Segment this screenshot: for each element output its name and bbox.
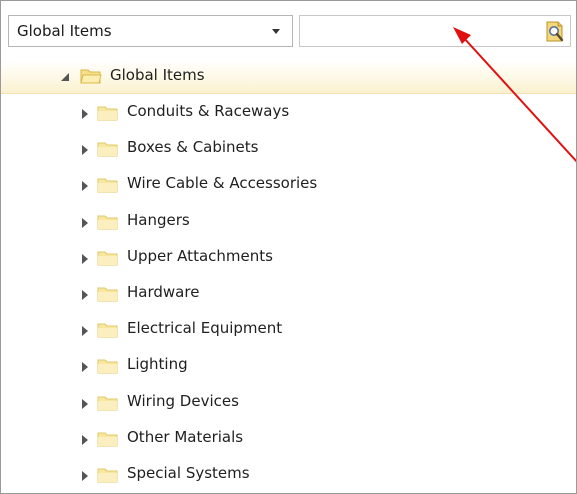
folder-open-icon — [80, 69, 102, 84]
tree-item-label: Lighting — [127, 355, 188, 373]
folder-icon — [97, 323, 118, 338]
collapsed-triangle-icon[interactable] — [79, 325, 91, 337]
collapsed-triangle-icon[interactable] — [79, 289, 91, 301]
tree-item-label: Boxes & Cabinets — [127, 138, 259, 156]
folder-icon — [97, 251, 118, 266]
tree-item-label: Wiring Devices — [127, 392, 239, 410]
tree-item-label: Upper Attachments — [127, 247, 273, 265]
scope-dropdown-value: Global Items — [17, 22, 112, 40]
tree-item-label: Other Materials — [127, 428, 244, 446]
collapsed-triangle-icon[interactable] — [79, 434, 91, 446]
folder-icon — [97, 287, 118, 302]
collapsed-triangle-icon[interactable] — [79, 361, 91, 373]
tree-item-label: Special Systems — [127, 464, 250, 482]
folder-icon — [97, 106, 118, 121]
folder-icon — [97, 468, 118, 483]
collapsed-triangle-icon[interactable] — [79, 217, 91, 229]
folder-icon — [97, 178, 118, 193]
collapsed-triangle-icon[interactable] — [79, 470, 91, 482]
chevron-down-icon[interactable] — [265, 20, 287, 42]
folder-icon — [97, 215, 118, 230]
tree-item-row[interactable]: Other Materials — [1, 421, 576, 453]
tree-item-label: Hardware — [127, 283, 200, 301]
collapsed-triangle-icon[interactable] — [79, 108, 91, 120]
collapsed-triangle-icon[interactable] — [79, 253, 91, 265]
folder-icon — [97, 142, 118, 157]
tree-item-label: Wire Cable & Accessories — [127, 174, 318, 192]
tree-item-row[interactable]: Wire Cable & Accessories — [1, 167, 576, 199]
tree-item-row[interactable]: Upper Attachments — [1, 240, 576, 272]
collapsed-triangle-icon[interactable] — [79, 398, 91, 410]
tree-item-row[interactable]: Hardware — [1, 276, 576, 308]
tree-item-label: Conduits & Raceways — [127, 102, 290, 120]
folder-icon — [97, 432, 118, 447]
tree-item-row[interactable]: Electrical Equipment — [1, 312, 576, 344]
search-input[interactable] — [304, 20, 536, 44]
folder-icon — [97, 359, 118, 374]
tree-item-label: Electrical Equipment — [127, 319, 283, 337]
expanded-triangle-icon[interactable] — [59, 71, 71, 83]
tree-root-row[interactable]: Global Items — [1, 59, 576, 94]
tree-item-row[interactable]: Boxes & Cabinets — [1, 131, 576, 163]
tree-item-row[interactable]: Conduits & Raceways — [1, 95, 576, 127]
catalog-browser-panel: Global Items Global Items Conduits & Rac… — [0, 0, 577, 494]
tree-root-label: Global Items — [110, 66, 205, 84]
catalog-tree: Global Items Conduits & Raceways Boxes & … — [1, 59, 576, 493]
magnifier-document-icon[interactable] — [543, 20, 567, 44]
scope-dropdown[interactable]: Global Items — [8, 15, 293, 47]
tree-item-label: Hangers — [127, 211, 190, 229]
search-box — [299, 15, 571, 47]
folder-icon — [97, 396, 118, 411]
tree-item-row[interactable]: Lighting — [1, 348, 576, 380]
collapsed-triangle-icon[interactable] — [79, 144, 91, 156]
tree-item-row[interactable]: Wiring Devices — [1, 385, 576, 417]
tree-item-row[interactable]: Special Systems — [1, 457, 576, 489]
collapsed-triangle-icon[interactable] — [79, 180, 91, 192]
tree-item-row[interactable]: Hangers — [1, 204, 576, 236]
toolbar: Global Items — [1, 1, 576, 56]
